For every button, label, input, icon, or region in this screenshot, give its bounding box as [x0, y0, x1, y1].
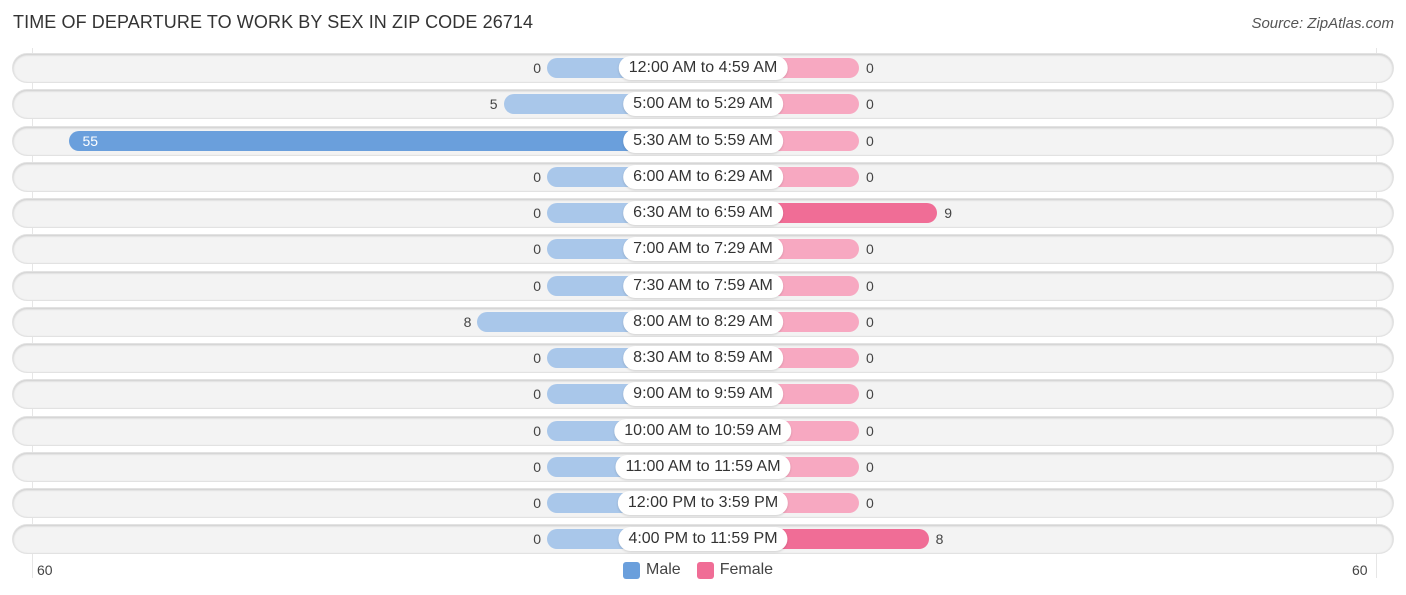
category-label: 12:00 AM to 4:59 AM [618, 56, 788, 80]
legend-label-male: Male [646, 561, 681, 578]
value-label-female: 0 [866, 132, 874, 149]
value-label-male: 0 [533, 277, 541, 294]
value-label-male: 8 [463, 313, 472, 330]
value-label-male: 0 [533, 168, 541, 185]
bar-male[interactable] [68, 130, 703, 151]
category-label: 7:30 AM to 7:59 AM [623, 273, 783, 298]
value-label-female: 0 [866, 60, 874, 76]
axis-tick-right: 60 [1352, 562, 1368, 578]
value-label-female: 0 [866, 422, 874, 439]
value-label-male: 0 [533, 422, 541, 439]
category-label: 6:30 AM to 6:59 AM [623, 201, 783, 225]
legend-item-male[interactable]: Male [623, 561, 681, 579]
axis-tick-left: 60 [37, 562, 53, 578]
category-label: 12:00 PM to 3:59 PM [617, 491, 789, 515]
value-label-female: 0 [866, 350, 874, 366]
category-label: 7:00 AM to 7:29 AM [623, 237, 783, 262]
value-label-male: 0 [533, 458, 541, 475]
category-label: 8:30 AM to 8:59 AM [623, 346, 783, 370]
value-label-male: 0 [533, 241, 541, 258]
value-label-male: 0 [533, 531, 541, 548]
value-label-female: 0 [866, 458, 874, 475]
value-label-male: 5 [489, 96, 498, 113]
category-label: 5:00 AM to 5:29 AM [623, 92, 783, 117]
value-label-female: 0 [866, 96, 874, 113]
value-label-male: 0 [533, 350, 541, 366]
value-label-female: 0 [866, 241, 874, 258]
value-label-female: 9 [944, 205, 953, 221]
legend-swatch-male [623, 561, 640, 579]
category-label: 4:00 PM to 11:59 PM [618, 527, 788, 552]
legend-swatch-female [696, 561, 714, 579]
category-label: 5:30 AM to 5:59 AM [623, 128, 783, 153]
value-label-female: 8 [935, 531, 944, 548]
value-label-male: 0 [533, 205, 541, 221]
value-label-female: 0 [866, 386, 874, 403]
value-label-male: 0 [533, 495, 541, 511]
value-label-male: 0 [533, 60, 541, 76]
category-label: 10:00 AM to 10:59 AM [614, 418, 792, 443]
legend-item-female[interactable]: Female [696, 561, 774, 579]
value-label-female: 0 [866, 168, 874, 185]
chart-title: TIME OF DEPARTURE TO WORK BY SEX IN ZIP … [13, 12, 534, 32]
value-label-female: 0 [866, 313, 874, 330]
value-label-female: 0 [866, 495, 874, 511]
category-label: 8:00 AM to 8:29 AM [623, 309, 783, 334]
legend: Male Female [623, 561, 789, 579]
source-label: Source: ZipAtlas.com [1251, 15, 1394, 32]
category-label: 11:00 AM to 11:59 AM [615, 454, 791, 479]
category-label: 9:00 AM to 9:59 AM [623, 382, 783, 407]
category-label: 6:00 AM to 6:29 AM [623, 164, 783, 189]
value-label-male: 55 [82, 132, 99, 149]
chart-container: TIME OF DEPARTURE TO WORK BY SEX IN ZIP … [0, 0, 1406, 595]
legend-label-female: Female [719, 561, 774, 578]
value-label-female: 0 [866, 277, 874, 294]
value-label-male: 0 [533, 386, 541, 403]
